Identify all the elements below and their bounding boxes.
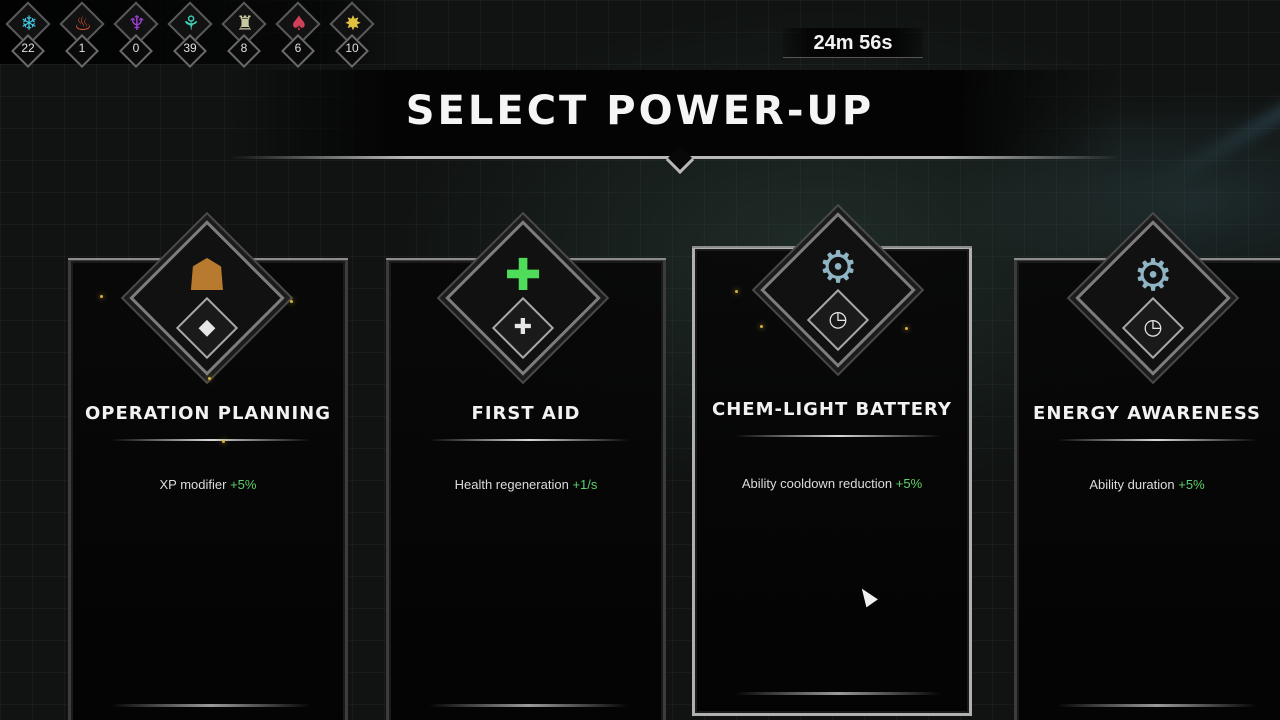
purple-crystal-icon: ♆ xyxy=(128,11,146,35)
stat-bonus: +5% xyxy=(895,476,923,491)
resource-shard: ♜ 8 xyxy=(221,1,269,68)
name-divider xyxy=(1057,439,1257,441)
resource-snowflake: ❄ 22 xyxy=(5,1,53,68)
powerup-stat: Health regeneration +1/s xyxy=(454,477,598,492)
stat-bonus: +5% xyxy=(1178,477,1205,492)
figure-icon: ☗ xyxy=(187,250,227,301)
powerup-stat: Ability duration +5% xyxy=(1089,477,1205,492)
card-bottom-divider xyxy=(111,704,311,707)
device-icon: ⚙ xyxy=(818,242,858,293)
resource-count: 0 xyxy=(132,41,140,55)
powerup-emblem: ⚙ ◷ xyxy=(758,210,918,370)
medical-cross-icon: ✚ xyxy=(504,250,542,301)
ambient-spark xyxy=(222,440,225,443)
stopwatch-chevron-icon: ◷ xyxy=(1143,315,1163,340)
resource-count: 10 xyxy=(345,41,359,55)
lightning-star-icon: ✸ xyxy=(344,11,362,35)
ambient-spark xyxy=(100,295,103,298)
name-divider xyxy=(111,439,311,441)
card-bottom-divider xyxy=(1057,704,1257,707)
resource-purple-crystal: ♆ 0 xyxy=(113,1,161,68)
stopwatch-icon: ◷ xyxy=(828,307,848,332)
stat-bonus: +5% xyxy=(230,477,257,492)
name-divider xyxy=(429,439,629,441)
ambient-spark xyxy=(735,290,738,293)
ambient-spark xyxy=(905,327,908,330)
powerup-name: FIRST AID xyxy=(471,403,581,424)
powerup-name: ENERGY AWARENESS xyxy=(1033,403,1261,424)
card-bottom-divider xyxy=(429,704,629,707)
powerup-name: CHEM-LIGHT BATTERY xyxy=(712,399,952,420)
powerup-stat: XP modifier +5% xyxy=(159,477,257,492)
resource-count: 1 xyxy=(78,41,86,55)
powerup-name: OPERATION PLANNING xyxy=(84,403,332,424)
powerup-emblem: ⚙ ◷ xyxy=(1073,218,1233,378)
ambient-spark xyxy=(290,300,293,303)
powerup-stat: Ability cooldown reduction +5% xyxy=(741,476,923,491)
resource-red-claw: ♠ 6 xyxy=(275,1,323,68)
powerup-emblem: ✚ ✚ xyxy=(443,218,603,378)
resource-bar: ❄ 22 ♨ 1 ♆ 0 ⚘ 39 ♜ 8 ♠ 6 ✸ 10 xyxy=(0,0,400,68)
resource-count: 8 xyxy=(240,41,248,55)
name-divider xyxy=(735,435,941,437)
resource-count: 6 xyxy=(294,41,302,55)
resource-count: 39 xyxy=(183,41,197,55)
resource-teal-claw: ⚘ 39 xyxy=(167,1,215,68)
page-title: SELECT POWER-UP xyxy=(405,88,875,134)
resource-lightning-star: ✸ 10 xyxy=(329,1,377,68)
red-claw-icon: ♠ xyxy=(290,11,308,35)
resource-flame: ♨ 1 xyxy=(59,1,107,68)
device-icon: ⚙ xyxy=(1133,250,1173,301)
diamond-gem-icon: ◆ xyxy=(198,315,216,340)
ambient-spark xyxy=(208,377,211,380)
shard-icon: ♜ xyxy=(236,11,254,35)
plus-icon: ✚ xyxy=(513,315,533,340)
stat-bonus: +1/s xyxy=(572,477,598,492)
run-timer: 24m 56s xyxy=(783,28,923,58)
flame-icon: ♨ xyxy=(74,11,92,35)
card-bottom-divider xyxy=(735,692,941,695)
snowflake-icon: ❄ xyxy=(20,11,38,35)
teal-claw-icon: ⚘ xyxy=(182,11,200,35)
resource-count: 22 xyxy=(21,41,35,55)
ambient-spark xyxy=(760,325,763,328)
powerup-emblem: ☗ ◆ xyxy=(127,218,287,378)
